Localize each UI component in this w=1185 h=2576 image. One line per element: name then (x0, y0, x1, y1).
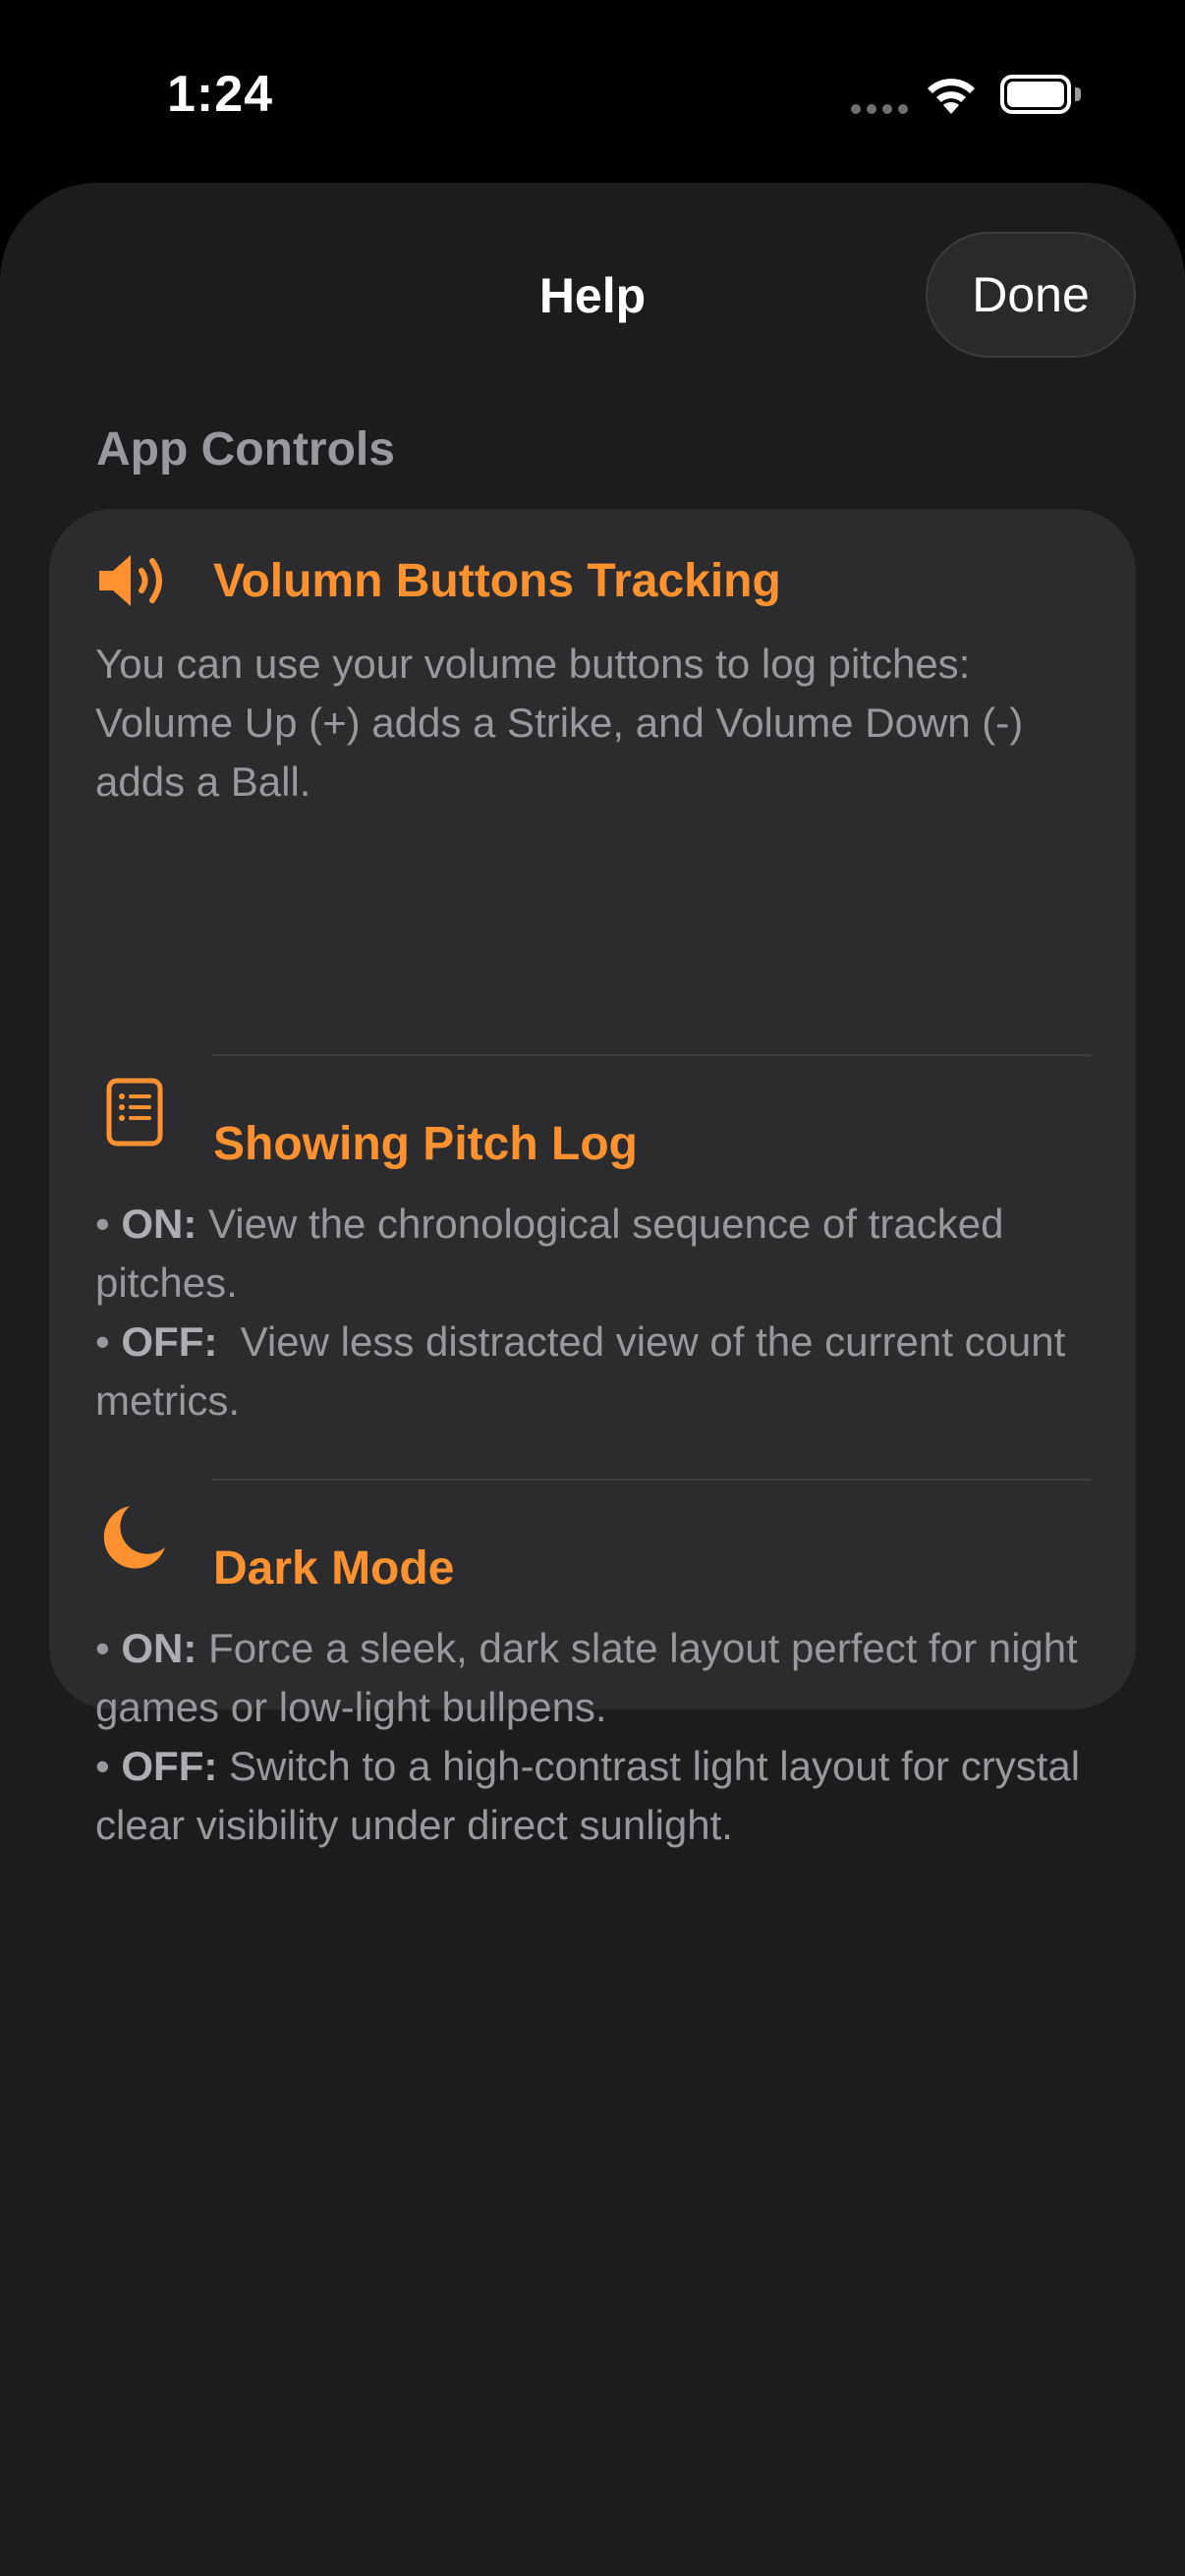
row-title: Volumn Buttons Tracking (213, 555, 781, 607)
list-document-icon (92, 1070, 177, 1154)
cellular-signal-icon (851, 104, 908, 114)
moon-icon (92, 1494, 177, 1579)
row-title: Showing Pitch Log (213, 1118, 638, 1170)
row-description: You can use your volume buttons to log p… (95, 641, 1024, 805)
row-title: Dark Mode (213, 1542, 455, 1595)
bullet-on: • ON: Force a sleek, dark slate layout p… (95, 1625, 1078, 1730)
row-description: • ON: Force a sleek, dark slate layout p… (95, 1619, 1098, 1855)
wifi-icon (928, 79, 975, 114)
battery-icon (1000, 75, 1083, 114)
speaker-wave-icon (92, 538, 177, 623)
bullet-on: • ON: View the chronological sequence of… (95, 1201, 1004, 1306)
divider (213, 1479, 1091, 1481)
status-bar: 1:24 (0, 0, 1185, 182)
section-header: App Controls (96, 423, 395, 476)
help-sheet: Help Done App Controls Volumn Buttons Tr… (0, 183, 1185, 2576)
divider (213, 1054, 1091, 1056)
bullet-off: • OFF: Switch to a high-contrast light l… (95, 1743, 1081, 1848)
help-card: Volumn Buttons Tracking You can use your… (49, 509, 1136, 1848)
done-button[interactable]: Done (926, 232, 1136, 358)
bullet-off: • OFF: View less distracted view of the … (95, 1318, 1077, 1424)
status-time: 1:24 (167, 66, 274, 123)
row-description: • ON: View the chronological sequence of… (95, 1195, 1098, 1430)
